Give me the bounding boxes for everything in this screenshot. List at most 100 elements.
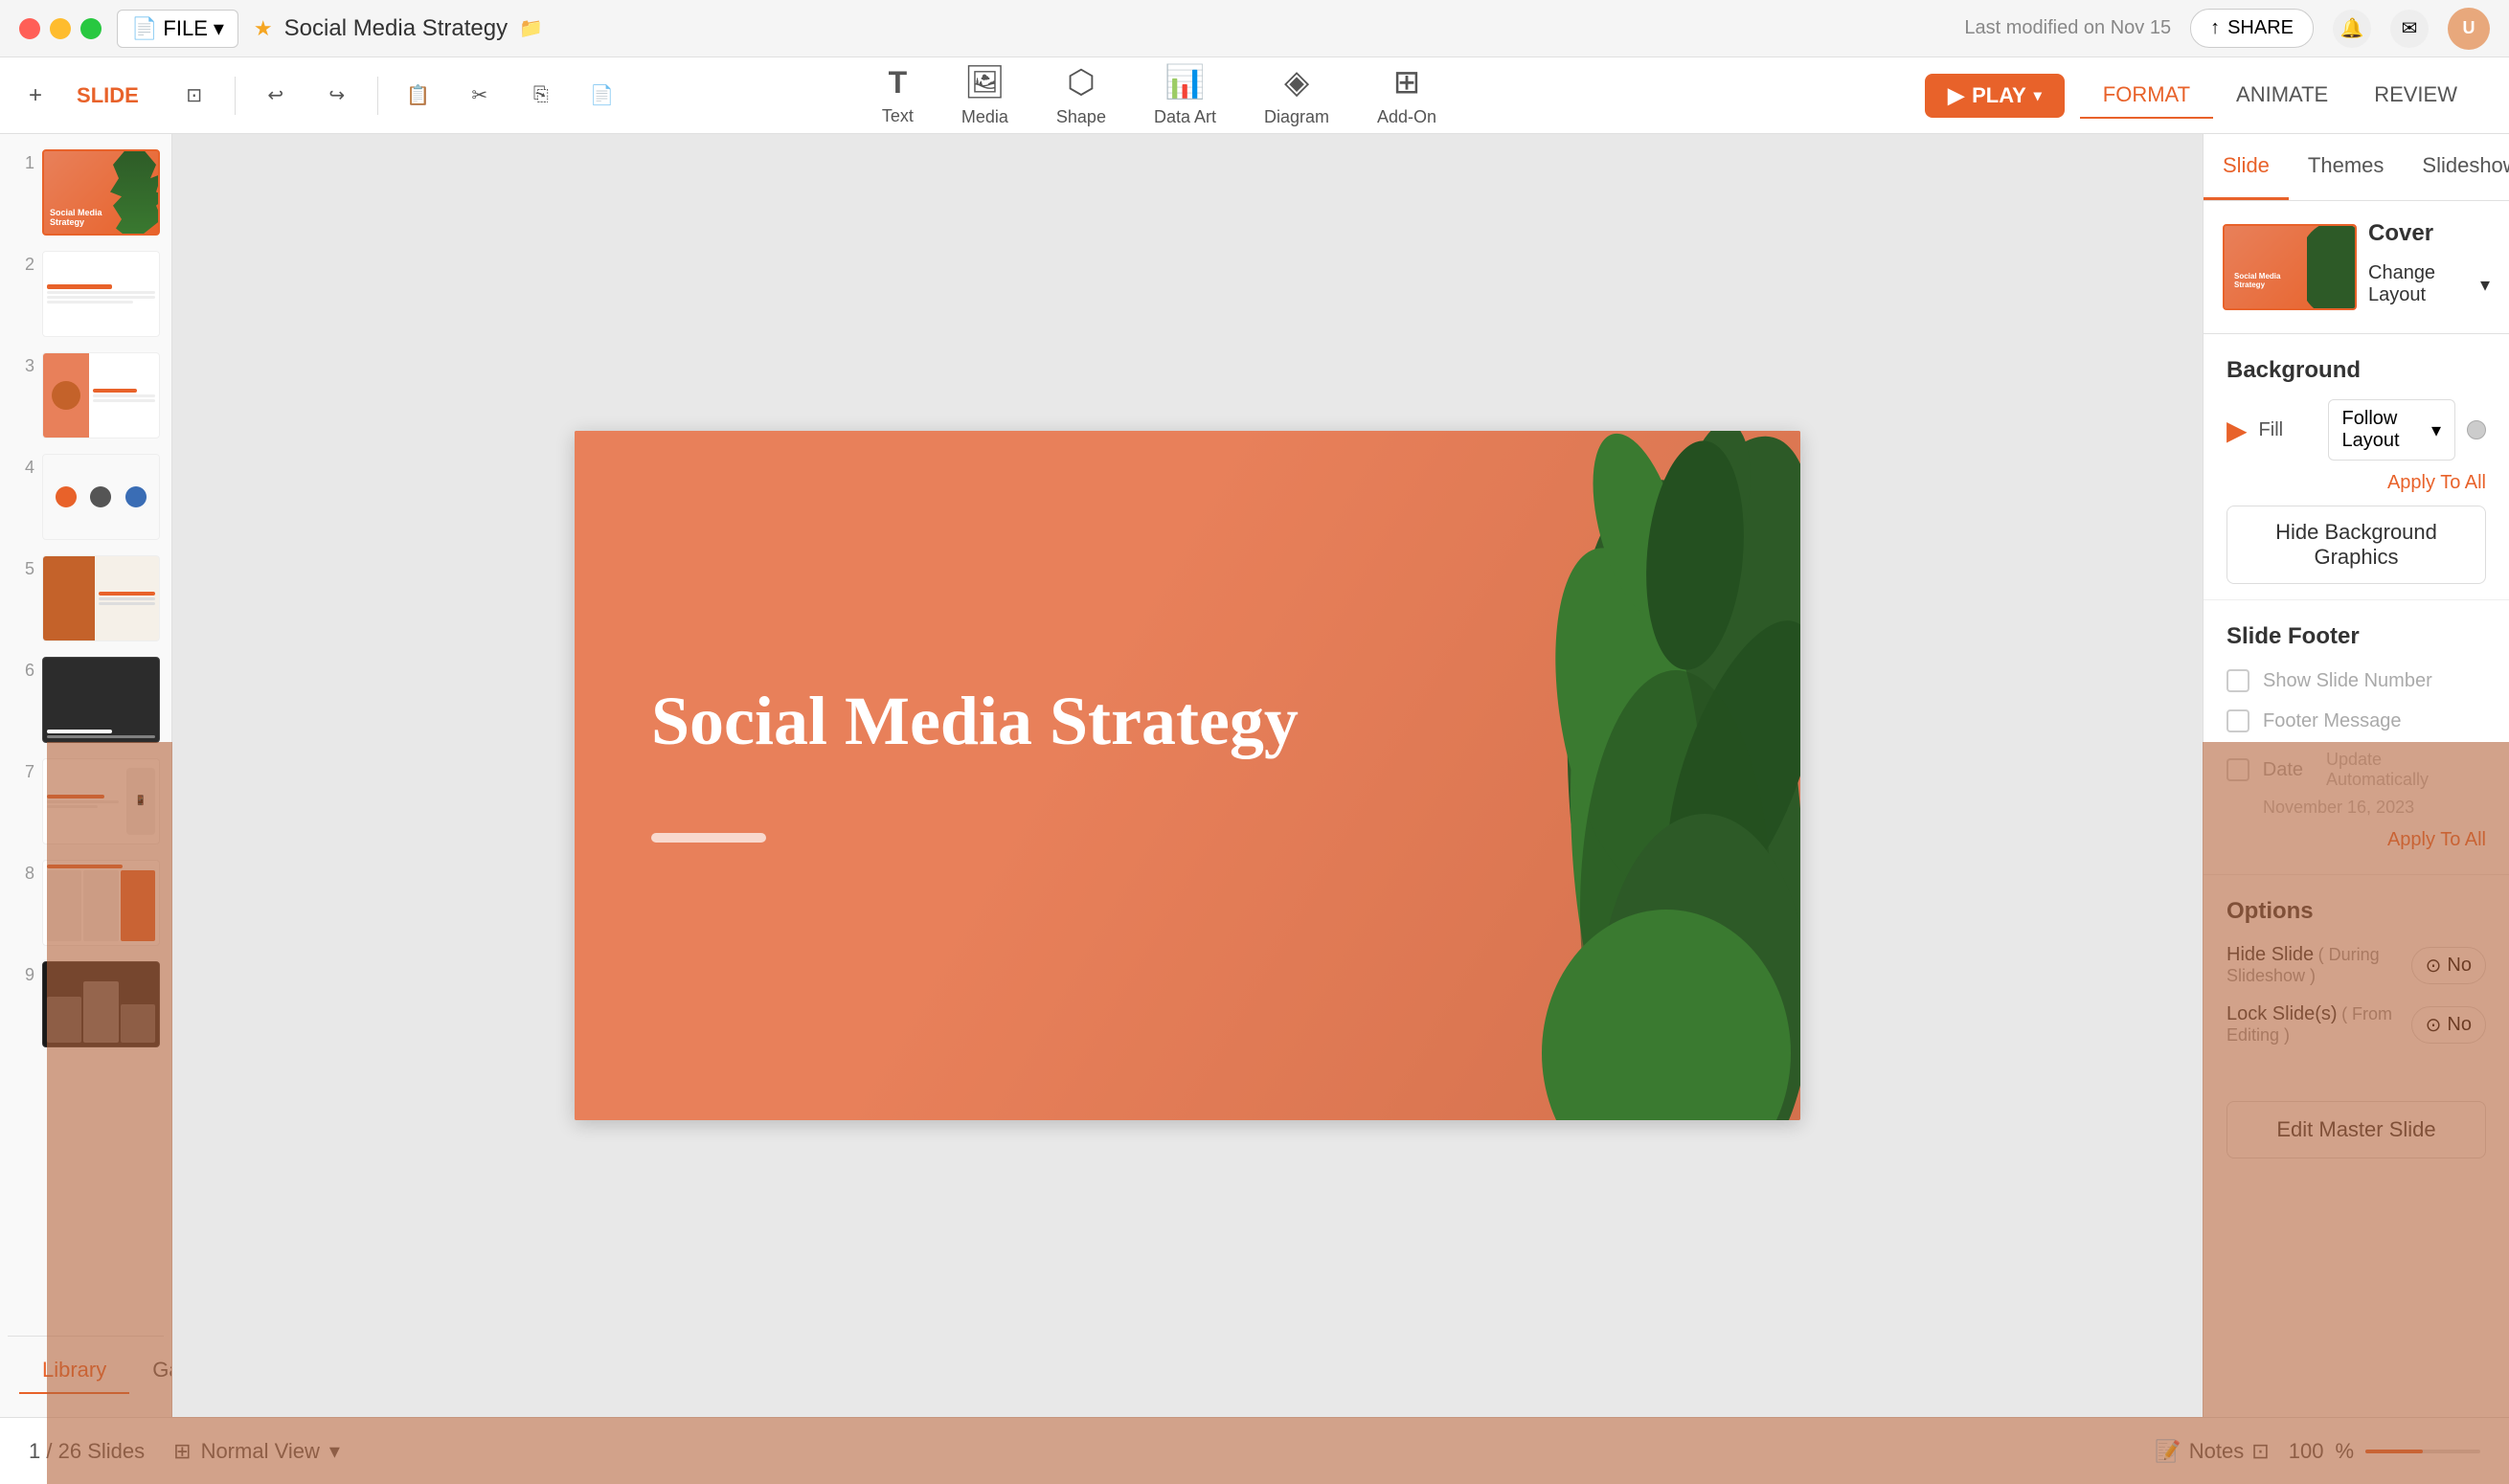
chevron-down-icon: ▾ [2480, 273, 2490, 297]
plant-decoration [1302, 431, 1800, 1120]
fill-triangle-icon: ▶ [2226, 415, 2248, 446]
undo-button[interactable]: ↩ [255, 75, 297, 117]
file-icon: 📄 [131, 16, 157, 41]
layout-preview-area: Social MediaStrategy Cover Change Layout… [2204, 201, 2509, 334]
layout-icon-button[interactable]: ⊡ [173, 75, 215, 117]
media-tool[interactable]: 🖼 Media [961, 63, 1008, 127]
footer-section-title: Slide Footer [2226, 623, 2486, 650]
paste-button[interactable]: 📄 [581, 75, 623, 117]
format-tab-group: FORMAT ANIMATE REVIEW [2080, 73, 2480, 119]
tab-animate[interactable]: ANIMATE [2213, 73, 2351, 119]
slide-number: 2 [11, 251, 34, 275]
favorite-icon[interactable]: ★ [254, 16, 273, 41]
minimize-button[interactable] [50, 18, 71, 39]
layout-thumbnail: Social MediaStrategy [2223, 224, 2357, 310]
cut-button[interactable]: ✂ [459, 75, 501, 117]
addon-icon: ⊞ [1393, 63, 1421, 101]
tab-review[interactable]: REVIEW [2351, 73, 2480, 119]
media-label: Media [961, 107, 1008, 127]
media-icon: 🖼 [964, 63, 1006, 101]
layout-name: Cover [2368, 220, 2490, 247]
title-bar: 📄 FILE ▾ ★ Social Media Strategy 📁 Last … [0, 0, 2509, 57]
redo-button[interactable]: ↪ [316, 75, 358, 117]
slide-thumbnail-6[interactable] [42, 657, 160, 743]
layout-info: Cover Change Layout ▾ [2368, 220, 2490, 314]
folder-icon[interactable]: 📁 [519, 16, 543, 40]
dataart-label: Data Art [1154, 107, 1216, 127]
slide-title: Social Media Strategy [651, 680, 1299, 762]
slide-number: 3 [11, 352, 34, 376]
copy-style-button[interactable]: 📋 [397, 75, 440, 117]
dataart-icon: 📊 [1164, 63, 1205, 101]
right-toolbar: ▶ PLAY ▾ FORMAT ANIMATE REVIEW [1925, 73, 2480, 119]
tab-slideshow[interactable]: Slideshow [2403, 134, 2509, 200]
slide-thumbnail-4[interactable] [42, 454, 160, 540]
addon-tool[interactable]: ⊞ Add-On [1377, 63, 1436, 127]
slide-number: 4 [11, 454, 34, 478]
hide-background-graphics-button[interactable]: Hide Background Graphics [2226, 506, 2486, 584]
list-item[interactable]: 5 [8, 551, 164, 645]
chevron-down-icon: ▾ [2431, 418, 2441, 442]
share-button[interactable]: ↑ SHARE [2190, 9, 2314, 48]
shape-label: Shape [1056, 107, 1106, 127]
divider-2 [377, 77, 378, 115]
list-item[interactable]: 6 [8, 653, 164, 747]
toolbar-left: + SLIDE ⊡ ↩ ↪ 📋 ✂ ⎘ 📄 [29, 75, 623, 117]
maximize-button[interactable] [80, 18, 102, 39]
footer-message-label: Footer Message [2263, 710, 2402, 732]
slide-canvas[interactable]: Social Media Strategy [575, 431, 1800, 1120]
slide-thumbnail-2[interactable] [42, 251, 160, 337]
list-item[interactable]: 2 [8, 247, 164, 341]
show-slide-number-checkbox[interactable] [2226, 669, 2249, 692]
document-title: ★ Social Media Strategy 📁 [254, 15, 543, 42]
change-layout-button[interactable]: Change Layout ▾ [2368, 255, 2490, 314]
slide-panel: 1 Social MediaStrategy 2 3 [0, 134, 172, 1417]
play-button[interactable]: ▶ PLAY ▾ [1925, 74, 2065, 118]
add-slide-button[interactable]: + [29, 82, 42, 109]
right-panel-tabs: Slide Themes Slideshow [2204, 134, 2509, 201]
copy-button[interactable]: ⎘ [520, 75, 562, 117]
play-chevron-icon: ▾ [2034, 86, 2042, 105]
slide-number: 5 [11, 555, 34, 579]
slide-thumbnail-5[interactable] [42, 555, 160, 641]
fill-row: ▶ Fill Follow Layout ▾ [2226, 399, 2486, 461]
shape-tool[interactable]: ⬡ Shape [1056, 63, 1106, 127]
fill-label: Fill [2259, 419, 2317, 441]
tab-themes[interactable]: Themes [2289, 134, 2403, 200]
slide-number: 1 [11, 149, 34, 173]
apply-all-button[interactable]: Apply To All [2226, 472, 2486, 494]
avatar[interactable]: U [2448, 8, 2490, 50]
toolbar: + SLIDE ⊡ ↩ ↪ 📋 ✂ ⎘ 📄 T Text 🖼 Media ⬡ S… [0, 57, 2509, 134]
fill-color-swatch[interactable] [2467, 420, 2486, 439]
tab-slide[interactable]: Slide [2204, 134, 2289, 200]
diagram-tool[interactable]: ◈ Diagram [1264, 63, 1329, 127]
dataart-tool[interactable]: 📊 Data Art [1154, 63, 1216, 127]
show-slide-number-label: Show Slide Number [2263, 670, 2432, 692]
slide-label: SLIDE [61, 76, 154, 116]
text-icon: T [889, 65, 908, 101]
addon-label: Add-On [1377, 107, 1436, 127]
list-item[interactable]: 4 [8, 450, 164, 544]
slide-number: 6 [11, 657, 34, 681]
close-button[interactable] [19, 18, 40, 39]
bell-icon-button[interactable]: 🔔 [2333, 10, 2371, 48]
tab-format[interactable]: FORMAT [2080, 73, 2213, 119]
slide-number: 9 [11, 961, 34, 985]
fill-dropdown[interactable]: Follow Layout ▾ [2328, 399, 2455, 461]
show-slide-number-row: Show Slide Number [2226, 669, 2486, 692]
text-tool[interactable]: T Text [882, 65, 914, 126]
divider-1 [235, 77, 236, 115]
modified-text: Last modified on Nov 15 [1964, 17, 2171, 39]
window-controls [19, 18, 102, 39]
list-item[interactable]: 1 Social MediaStrategy [8, 146, 164, 239]
center-toolbar: T Text 🖼 Media ⬡ Shape 📊 Data Art ◈ Diag… [882, 63, 1436, 127]
footer-message-checkbox[interactable] [2226, 709, 2249, 732]
title-right-area: Last modified on Nov 15 ↑ SHARE 🔔 ✉ U [1964, 8, 2490, 50]
slide-number: 8 [11, 860, 34, 884]
slide-thumbnail-3[interactable] [42, 352, 160, 438]
file-menu-button[interactable]: 📄 FILE ▾ [117, 10, 238, 48]
mail-icon-button[interactable]: ✉ [2390, 10, 2429, 48]
list-item[interactable]: 3 [8, 349, 164, 442]
chevron-down-icon: ▾ [214, 16, 224, 41]
slide-thumbnail-1[interactable]: Social MediaStrategy [42, 149, 160, 236]
